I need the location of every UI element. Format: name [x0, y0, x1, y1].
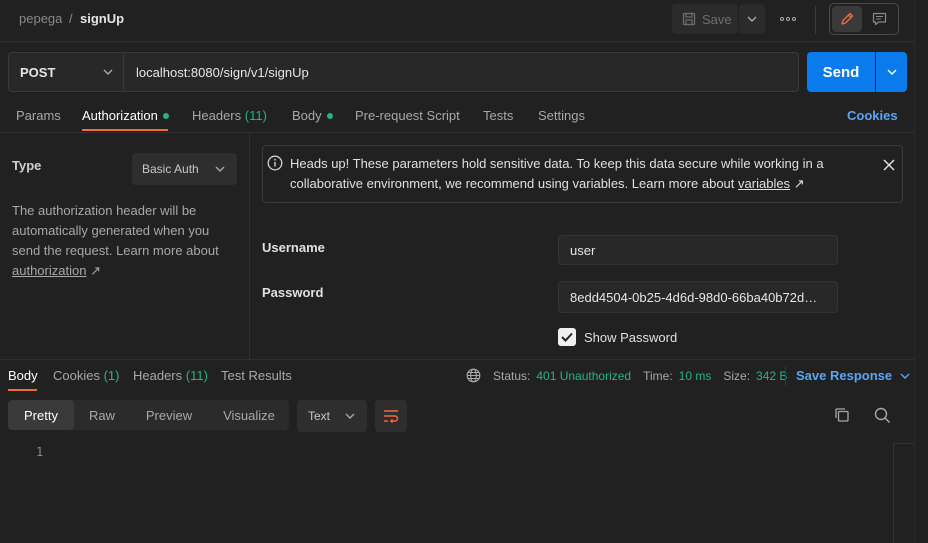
line-number: 1	[36, 445, 44, 459]
save-label: Save	[702, 11, 732, 27]
status-value[interactable]: 401 Unauthorized	[536, 369, 631, 383]
tab-headers[interactable]: Headers (11)	[192, 108, 267, 123]
info-icon	[267, 155, 283, 171]
globe-icon[interactable]	[466, 368, 481, 383]
size-value[interactable]: 342 B	[756, 369, 787, 383]
save-button[interactable]: Save	[672, 4, 738, 34]
close-icon[interactable]	[883, 159, 895, 171]
response-tab-body[interactable]: Body	[8, 368, 38, 383]
response-meta-divider	[785, 366, 786, 386]
show-password-checkbox[interactable]	[558, 328, 576, 346]
external-link-icon: ↗	[90, 263, 101, 278]
checkmark-icon	[561, 332, 573, 342]
response-divider	[0, 359, 914, 360]
url-value: localhost:8080/sign/v1/signUp	[136, 64, 309, 80]
auth-type-label: Type	[12, 158, 42, 173]
size-label: Size:	[723, 368, 751, 383]
time-label: Time:	[643, 368, 673, 383]
breadcrumb-separator: /	[69, 11, 73, 26]
response-scrollbar[interactable]	[893, 443, 914, 543]
send-options-button[interactable]	[876, 52, 907, 92]
tab-body[interactable]: Body	[292, 108, 333, 123]
toolbar-divider	[815, 6, 816, 34]
tab-headers-count: (11)	[244, 108, 267, 123]
more-options-button[interactable]	[776, 8, 800, 30]
save-response-label: Save Response	[796, 368, 893, 383]
password-field[interactable]: 8edd4504-0b25-4d6d-98d0-66ba40b72d…	[558, 281, 838, 313]
comment-icon	[872, 12, 887, 26]
pencil-icon	[840, 12, 854, 26]
tab-settings[interactable]: Settings	[538, 108, 585, 123]
auth-description-text: The authorization header will be automat…	[12, 203, 219, 258]
response-format-select[interactable]: Text	[297, 400, 367, 432]
tab-prerequest-script[interactable]: Pre-request Script	[355, 108, 460, 123]
variables-learn-link[interactable]: variables	[738, 176, 790, 191]
response-meta: Status: 401 Unauthorized Time: 10 ms Siz…	[466, 368, 787, 383]
response-tab-test-results[interactable]: Test Results	[221, 368, 292, 383]
chevron-down-icon	[215, 166, 225, 172]
alert-message: Heads up! These parameters hold sensitiv…	[290, 154, 850, 194]
response-tab-cookies-count: (1)	[103, 368, 120, 383]
view-visualize-button[interactable]: Visualize	[212, 400, 286, 430]
authorization-learn-link[interactable]: authorization	[12, 263, 86, 278]
response-tab-headers-label: Headers	[133, 368, 183, 383]
auth-type-value: Basic Auth	[142, 162, 199, 176]
save-options-button[interactable]	[739, 4, 765, 34]
method-select[interactable]: POST	[8, 52, 124, 92]
active-tab-indicator	[82, 129, 168, 131]
tab-headers-label: Headers	[192, 108, 242, 123]
response-format-value: Text	[308, 409, 331, 423]
username-label: Username	[262, 240, 325, 255]
auth-description: The authorization header will be automat…	[12, 201, 237, 281]
copy-icon[interactable]	[834, 407, 850, 423]
external-link-icon: ↗	[793, 176, 805, 191]
view-preview-button[interactable]: Preview	[134, 400, 204, 430]
wrap-lines-button[interactable]	[375, 400, 407, 432]
wrap-lines-icon	[383, 409, 399, 423]
tab-tests[interactable]: Tests	[483, 108, 513, 123]
response-tab-headers-count: (11)	[185, 368, 208, 383]
send-button[interactable]: Send	[807, 52, 875, 92]
tab-body-label: Body	[292, 108, 322, 123]
more-horizontal-icon	[780, 17, 796, 21]
cookies-link[interactable]: Cookies	[847, 108, 898, 123]
password-value: 8edd4504-0b25-4d6d-98d0-66ba40b72d…	[570, 289, 818, 305]
tab-authorization[interactable]: Authorization	[82, 108, 169, 123]
save-response-button[interactable]: Save Response	[796, 368, 910, 383]
url-input[interactable]: localhost:8080/sign/v1/signUp	[123, 52, 799, 92]
chevron-down-icon	[345, 413, 355, 419]
chevron-down-icon	[747, 16, 757, 22]
modified-dot-icon	[326, 112, 333, 119]
tab-authorization-label: Authorization	[82, 108, 158, 123]
modified-dot-icon	[162, 112, 169, 119]
chevron-down-icon	[887, 69, 897, 75]
save-icon	[682, 12, 696, 26]
tab-params[interactable]: Params	[16, 108, 61, 123]
tabs-divider	[0, 132, 914, 133]
right-sidebar-edge	[914, 0, 928, 543]
method-value: POST	[20, 64, 56, 80]
edit-mode-button[interactable]	[832, 6, 862, 32]
time-value[interactable]: 10 ms	[679, 369, 712, 383]
view-pretty-button[interactable]: Pretty	[8, 400, 74, 430]
chevron-down-icon	[900, 373, 910, 379]
search-icon[interactable]	[874, 407, 891, 424]
response-tab-cookies-label: Cookies	[53, 368, 100, 383]
chevron-down-icon	[103, 69, 113, 75]
response-tab-headers[interactable]: Headers (11)	[133, 368, 208, 383]
password-label: Password	[262, 285, 324, 300]
active-response-tab-indicator	[8, 389, 37, 391]
status-label: Status:	[493, 368, 531, 383]
username-value: user	[570, 242, 596, 258]
breadcrumb-request-name[interactable]: signUp	[80, 11, 124, 26]
comments-mode-button[interactable]	[864, 6, 894, 32]
view-raw-button[interactable]: Raw	[78, 400, 126, 430]
response-tab-cookies[interactable]: Cookies (1)	[53, 368, 119, 383]
breadcrumb-workspace[interactable]: pepega	[19, 11, 62, 26]
username-field[interactable]: user	[558, 235, 838, 265]
panel-divider	[249, 132, 250, 359]
show-password-label[interactable]: Show Password	[584, 330, 677, 345]
auth-type-select[interactable]: Basic Auth	[132, 153, 237, 185]
